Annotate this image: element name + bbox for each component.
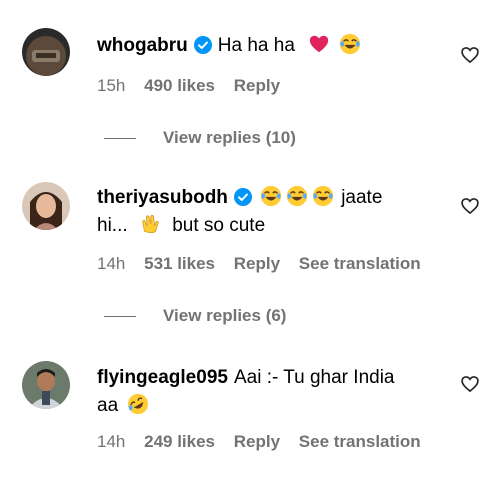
- rolling-on-floor-laughing-icon: [128, 393, 149, 415]
- username[interactable]: theriyasubodh: [97, 187, 228, 208]
- view-replies-button[interactable]: View replies (6): [104, 304, 286, 328]
- verified-badge-icon: [233, 188, 252, 206]
- comment-time: 14h: [97, 432, 126, 451]
- like-heart-icon[interactable]: [460, 196, 480, 216]
- like-heart-icon[interactable]: [460, 374, 480, 394]
- username[interactable]: flyingeagle095: [97, 367, 228, 388]
- comment-text-cont: aa: [97, 395, 119, 416]
- comment-time: 15h: [97, 76, 126, 95]
- see-translation-button[interactable]: See translation: [299, 254, 421, 273]
- likes-count[interactable]: 249 likes: [144, 432, 215, 451]
- view-replies-label[interactable]: View replies (6): [163, 306, 286, 326]
- comment-text-end: but so cute: [172, 215, 266, 236]
- comment-text-cont: hi...: [97, 215, 128, 236]
- reply-button[interactable]: Reply: [234, 76, 280, 95]
- comment-time: 14h: [97, 254, 126, 273]
- tears-of-joy-icon: [340, 33, 361, 55]
- tears-of-joy-icon: [312, 185, 333, 207]
- comment-meta: 14h 249 likes Reply See translation: [97, 432, 435, 452]
- view-replies-label[interactable]: View replies (10): [163, 128, 296, 148]
- comment-meta: 14h 531 likes Reply See translation: [97, 254, 435, 274]
- replies-divider: [104, 137, 136, 139]
- likes-count[interactable]: 531 likes: [144, 254, 215, 273]
- red-heart-icon: [310, 35, 329, 53]
- comment-text: Ha ha ha: [217, 35, 295, 56]
- like-heart-icon[interactable]: [460, 45, 480, 65]
- view-replies-button[interactable]: View replies (10): [104, 126, 296, 150]
- replies-divider: [104, 315, 136, 317]
- tears-of-joy-icon: [286, 185, 307, 207]
- avatar[interactable]: [22, 182, 70, 230]
- tears-of-joy-icon: [260, 185, 281, 207]
- comment-text: Aai :- Tu ghar India: [233, 367, 395, 388]
- verified-badge-icon: [193, 36, 212, 54]
- comment-meta: 15h 490 likes Reply: [97, 76, 294, 96]
- likes-count[interactable]: 490 likes: [144, 76, 215, 95]
- comment-text: jaate: [341, 187, 383, 208]
- reply-button[interactable]: Reply: [234, 432, 280, 451]
- clapping-hands-icon: [142, 215, 159, 234]
- see-translation-button[interactable]: See translation: [299, 432, 421, 451]
- reply-button[interactable]: Reply: [234, 254, 280, 273]
- username[interactable]: whogabru: [97, 35, 188, 56]
- avatar[interactable]: [22, 28, 70, 76]
- avatar[interactable]: [22, 361, 70, 409]
